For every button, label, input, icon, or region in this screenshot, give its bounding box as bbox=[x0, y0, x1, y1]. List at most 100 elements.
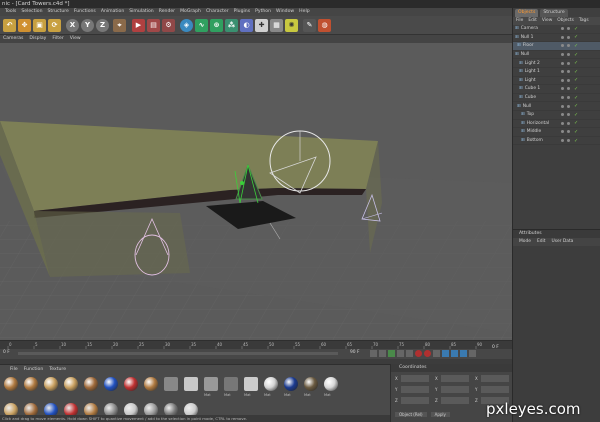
object-menu-objects[interactable]: Objects bbox=[557, 17, 574, 25]
object-menu-edit[interactable]: Edit bbox=[528, 17, 537, 25]
x-axis-button[interactable]: X bbox=[66, 19, 79, 32]
max-frame-field[interactable]: 90 F bbox=[350, 350, 360, 355]
coord-apply-button[interactable]: Apply bbox=[430, 412, 450, 417]
object-row[interactable]: ⊞ Null ✓ bbox=[513, 102, 600, 111]
layout-icon[interactable]: ◍ bbox=[318, 19, 331, 32]
material-swatch[interactable] bbox=[204, 377, 218, 391]
enabled-check-icon[interactable]: ✓ bbox=[574, 26, 578, 32]
editor-visibility-dot[interactable] bbox=[561, 104, 564, 108]
enabled-check-icon[interactable]: ✓ bbox=[574, 77, 578, 83]
render-visibility-dot[interactable] bbox=[567, 27, 570, 31]
enabled-check-icon[interactable]: ✓ bbox=[574, 86, 578, 92]
render-visibility-dot[interactable] bbox=[567, 35, 570, 39]
object-menu-view[interactable]: View bbox=[542, 17, 552, 25]
visibility-dots[interactable] bbox=[561, 78, 570, 82]
editor-visibility-dot[interactable] bbox=[561, 35, 564, 39]
material-swatch[interactable] bbox=[104, 377, 118, 391]
material-swatch[interactable] bbox=[184, 377, 198, 391]
object-row[interactable]: ⊞ Cube ✓ bbox=[513, 94, 600, 103]
coord-value-field[interactable] bbox=[401, 386, 429, 393]
enabled-check-icon[interactable]: ✓ bbox=[574, 95, 578, 101]
render-picture-icon[interactable]: ▤ bbox=[147, 19, 160, 32]
timeline[interactable]: 0 5 10 15 20 25 30 35 40 45 50 55 60 65 70 75 80 85 90 0 F bbox=[0, 340, 512, 350]
enabled-check-icon[interactable]: ✓ bbox=[574, 52, 578, 58]
menu-item-functions[interactable]: Functions bbox=[74, 8, 96, 16]
object-row[interactable]: ⊞ Light ✓ bbox=[513, 77, 600, 86]
coord-system-icon[interactable]: ⌖ bbox=[113, 19, 126, 32]
menu-item-animation[interactable]: Animation bbox=[101, 8, 124, 16]
material-swatch[interactable] bbox=[164, 377, 178, 391]
menu-item-plugins[interactable]: Plugins bbox=[234, 8, 250, 16]
array-icon[interactable]: ⁂ bbox=[225, 19, 238, 32]
render-visibility-dot[interactable] bbox=[567, 70, 570, 74]
attributes-menu-edit[interactable]: Edit bbox=[537, 238, 546, 246]
spline-icon[interactable]: ∿ bbox=[195, 19, 208, 32]
render-settings-icon[interactable]: ⚙ bbox=[162, 19, 175, 32]
enabled-check-icon[interactable]: ✓ bbox=[574, 120, 578, 126]
visibility-dots[interactable] bbox=[561, 35, 570, 39]
object-row[interactable]: ⊞ Middle ✓ bbox=[513, 128, 600, 137]
material-menu-function[interactable]: Function bbox=[24, 367, 44, 372]
cube-primitive-icon[interactable]: ◈ bbox=[180, 19, 193, 32]
material-menu-texture[interactable]: Texture bbox=[49, 367, 66, 372]
object-row[interactable]: ⊞ Horizontal ✓ bbox=[513, 120, 600, 129]
menu-item-help[interactable]: Help bbox=[299, 8, 309, 16]
render-visibility-dot[interactable] bbox=[567, 113, 570, 117]
rotate-icon[interactable]: ⟳ bbox=[48, 19, 61, 32]
coord-mode-select[interactable]: Object (Rel) bbox=[395, 412, 427, 417]
enabled-check-icon[interactable]: ✓ bbox=[574, 34, 578, 40]
menu-item-selection[interactable]: Selection bbox=[21, 8, 42, 16]
coord-value-field[interactable] bbox=[441, 386, 469, 393]
view-menu-item-cameras[interactable]: Cameras bbox=[3, 35, 23, 43]
material-swatch[interactable] bbox=[224, 377, 238, 391]
material-swatch[interactable] bbox=[64, 377, 78, 391]
object-row[interactable]: ⊞ Light 1 ✓ bbox=[513, 68, 600, 77]
object-menu-file[interactable]: File bbox=[516, 17, 523, 25]
coord-value-field[interactable] bbox=[441, 375, 469, 382]
editor-visibility-dot[interactable] bbox=[561, 61, 564, 65]
enabled-check-icon[interactable]: ✓ bbox=[574, 103, 578, 109]
menu-item-simulation[interactable]: Simulation bbox=[129, 8, 153, 16]
menu-item-structure[interactable]: Structure bbox=[48, 8, 69, 16]
range-slider[interactable] bbox=[18, 352, 338, 355]
visibility-dots[interactable] bbox=[561, 44, 570, 48]
material-swatch[interactable] bbox=[24, 377, 38, 391]
keyframe-icon[interactable] bbox=[433, 350, 440, 357]
material-menu-file[interactable]: File bbox=[10, 367, 18, 372]
object-row[interactable]: ⊞ Camera ✓ bbox=[513, 25, 600, 34]
material-swatch[interactable] bbox=[44, 377, 58, 391]
object-row[interactable]: ⊞ Floor ✓ bbox=[513, 42, 600, 51]
scale-key-icon[interactable] bbox=[451, 350, 458, 357]
render-visibility-dot[interactable] bbox=[567, 130, 570, 134]
view-menu-item-display[interactable]: Display bbox=[29, 35, 46, 43]
visibility-dots[interactable] bbox=[561, 61, 570, 65]
editor-visibility-dot[interactable] bbox=[561, 113, 564, 117]
menu-item-window[interactable]: Window bbox=[276, 8, 294, 16]
scale-icon[interactable]: ▣ bbox=[33, 19, 46, 32]
material-swatch[interactable] bbox=[124, 377, 138, 391]
menu-item-python[interactable]: Python bbox=[255, 8, 271, 16]
material-swatch[interactable] bbox=[144, 377, 158, 391]
attributes-menu-user-data[interactable]: User Data bbox=[551, 238, 573, 246]
render-visibility-dot[interactable] bbox=[567, 53, 570, 57]
object-row[interactable]: ⊞ Null 1 ✓ bbox=[513, 34, 600, 43]
param-key-icon[interactable] bbox=[469, 350, 476, 357]
nurbs-icon[interactable]: ⊛ bbox=[210, 19, 223, 32]
visibility-dots[interactable] bbox=[561, 53, 570, 57]
play-icon[interactable] bbox=[388, 350, 395, 357]
scene-icon[interactable]: ✚ bbox=[255, 19, 268, 32]
attributes-menu-mode[interactable]: Mode bbox=[519, 238, 531, 246]
material-swatch[interactable] bbox=[324, 377, 338, 391]
render-visibility-dot[interactable] bbox=[567, 87, 570, 91]
object-row[interactable]: ⊞ Cube 1 ✓ bbox=[513, 85, 600, 94]
object-row[interactable]: ⊞ Top ✓ bbox=[513, 111, 600, 120]
material-swatch[interactable] bbox=[264, 377, 278, 391]
editor-visibility-dot[interactable] bbox=[561, 96, 564, 100]
prev-frame-icon[interactable] bbox=[379, 350, 386, 357]
enabled-check-icon[interactable]: ✓ bbox=[574, 69, 578, 75]
undo-icon[interactable]: ↶ bbox=[3, 19, 16, 32]
menu-item-render[interactable]: Render bbox=[159, 8, 175, 16]
editor-visibility-dot[interactable] bbox=[561, 121, 564, 125]
camera-icon[interactable]: ▦ bbox=[270, 19, 283, 32]
z-axis-button[interactable]: Z bbox=[96, 19, 109, 32]
